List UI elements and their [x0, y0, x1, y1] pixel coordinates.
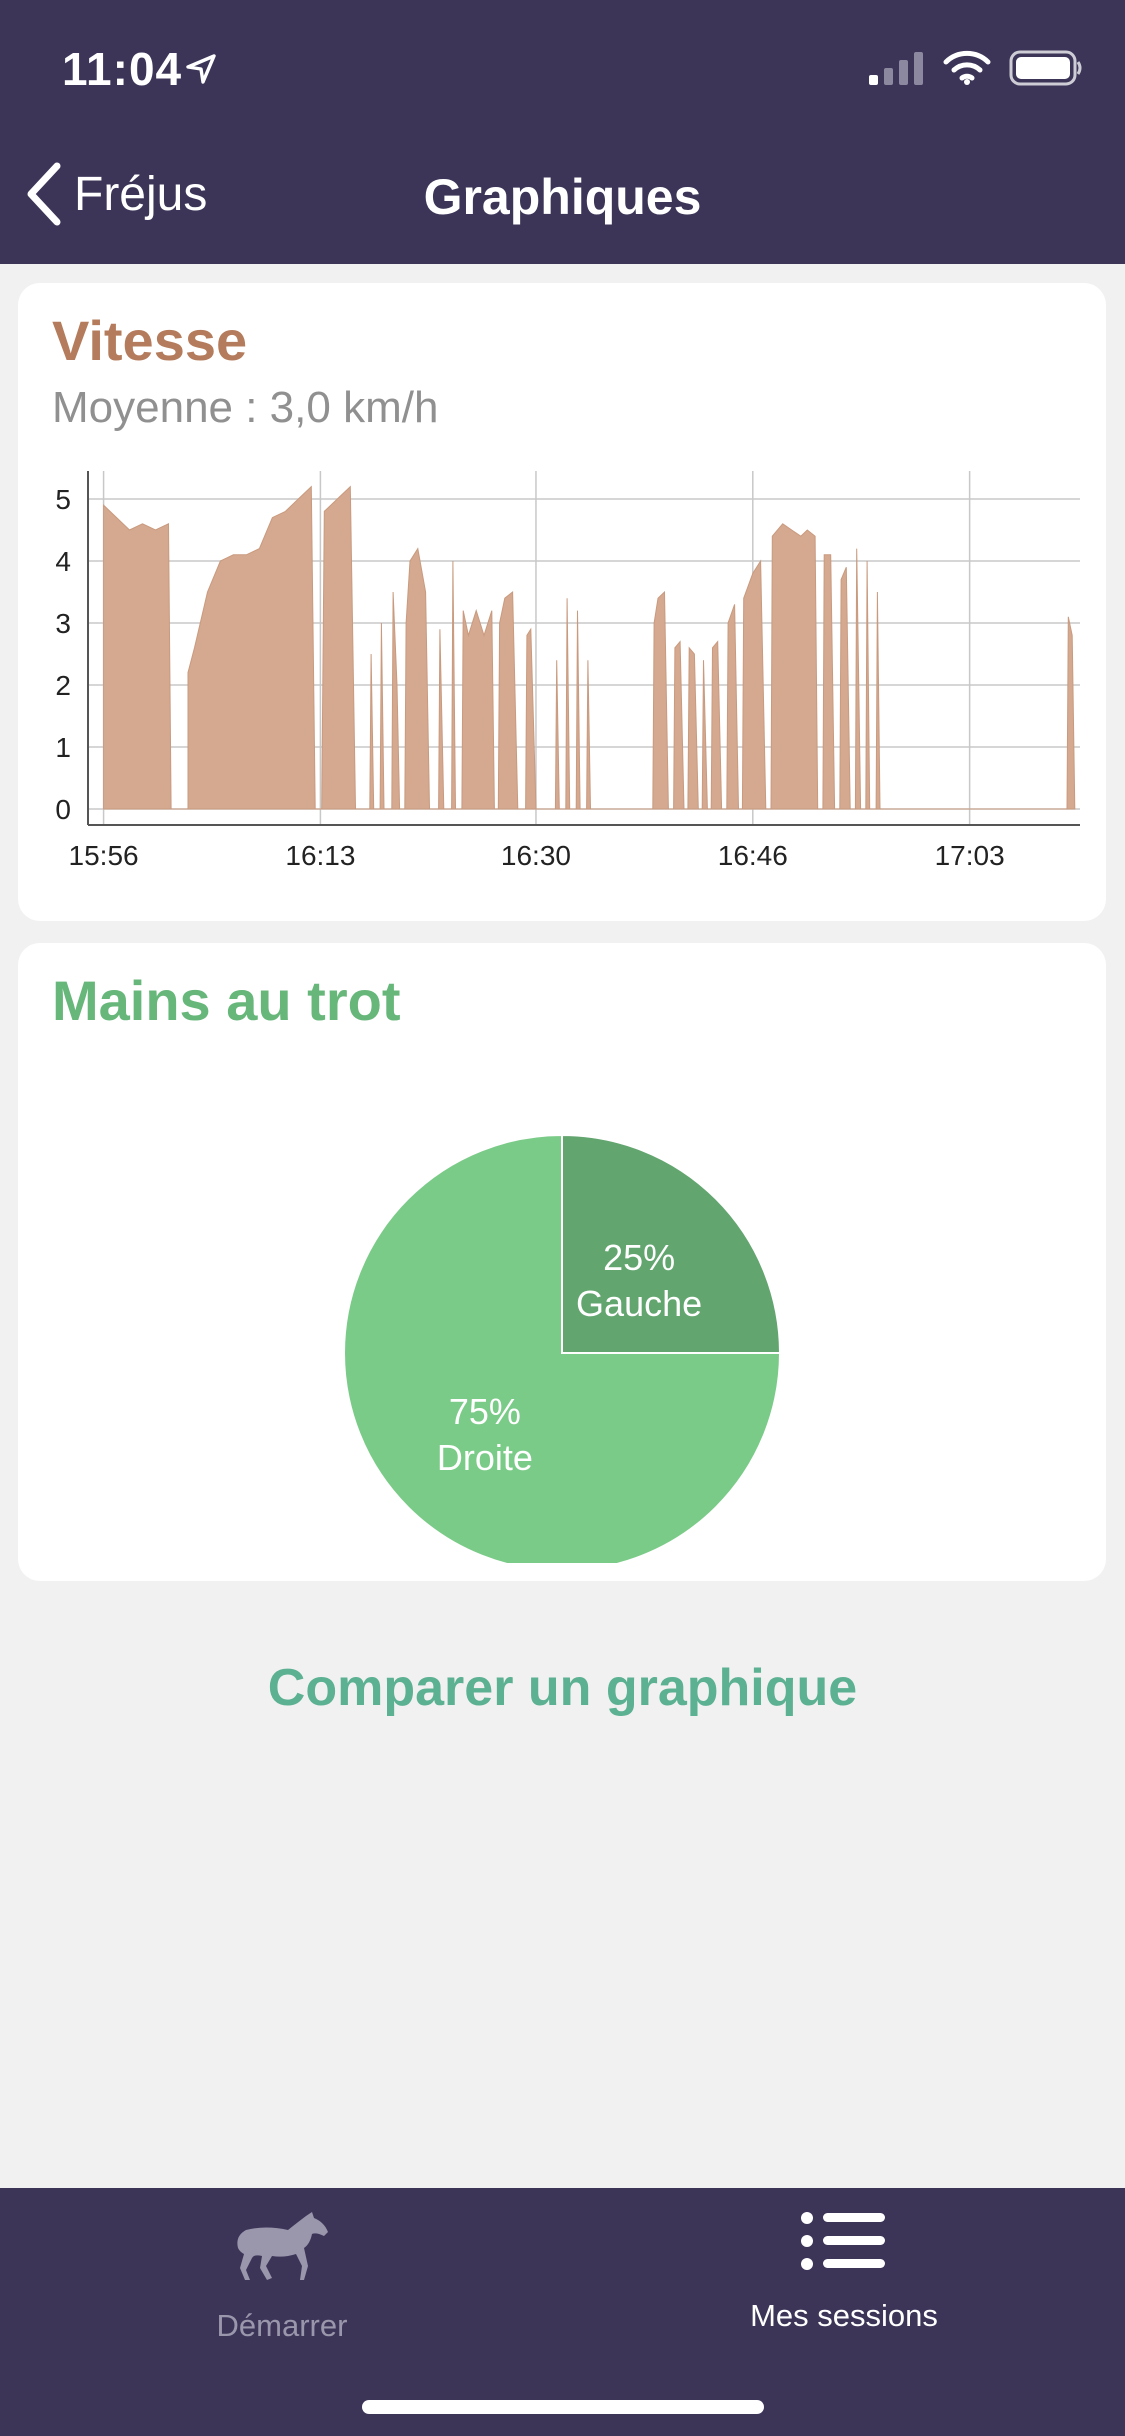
speed-area-series	[103, 485, 1076, 810]
location-arrow-icon	[186, 54, 216, 84]
x-tick-label: 16:13	[285, 840, 355, 871]
status-time: 11:04	[62, 43, 183, 95]
status-icons	[869, 50, 1083, 86]
tab-start[interactable]: Démarrer	[180, 2208, 384, 2344]
tab-my-sessions[interactable]: Mes sessions	[722, 2208, 966, 2334]
trot-card: Mains au trot 25% Gauche 75% Droite	[18, 943, 1106, 1581]
compare-chart-button[interactable]: Comparer un graphique	[0, 1658, 1125, 1718]
tab-bar: Démarrer Mes sessions	[0, 2188, 1125, 2436]
y-tick-label: 3	[55, 608, 71, 639]
home-indicator	[362, 2400, 764, 2414]
page-title: Graphiques	[423, 169, 702, 225]
top-bar: 11:04 Fréjus Graphiques	[0, 0, 1125, 264]
y-tick-label: 4	[55, 546, 71, 577]
x-tick-label: 16:46	[718, 840, 788, 871]
pie-percent-label: 25%	[603, 1237, 675, 1278]
wifi-icon	[943, 50, 991, 85]
trot-card-title: Mains au trot	[52, 969, 401, 1032]
y-tick-label: 2	[55, 670, 71, 701]
pie-slice-label: Gauche	[576, 1283, 702, 1324]
x-tick-label: 16:30	[501, 840, 571, 871]
pie-percent-label: 75%	[449, 1391, 521, 1432]
tab-start-label: Démarrer	[216, 2308, 348, 2343]
y-tick-label: 5	[55, 484, 71, 515]
list-icon	[801, 2212, 885, 2270]
x-tick-label: 15:56	[69, 840, 139, 871]
y-tick-label: 0	[55, 794, 71, 825]
cellular-signal-icon	[869, 52, 923, 85]
battery-icon	[1009, 50, 1082, 86]
horse-icon	[237, 2212, 328, 2280]
speed-average: Moyenne : 3,0 km/h	[52, 383, 439, 432]
speed-chart: 0 1 2 3 4 5 15:56 16:13 16:30 16:46 17:03	[55, 471, 1080, 871]
x-tick-label: 17:03	[935, 840, 1005, 871]
trot-pie-chart: 25% Gauche 75% Droite	[343, 1133, 782, 1563]
speed-card-title: Vitesse	[52, 309, 248, 372]
tab-my-sessions-label: Mes sessions	[750, 2298, 938, 2333]
pie-slice-label: Droite	[437, 1437, 533, 1478]
y-tick-label: 1	[55, 732, 71, 763]
speed-card: Vitesse Moyenne : 3,0 km/h 0 1 2 3 4 5 15:56 16…	[18, 283, 1106, 921]
